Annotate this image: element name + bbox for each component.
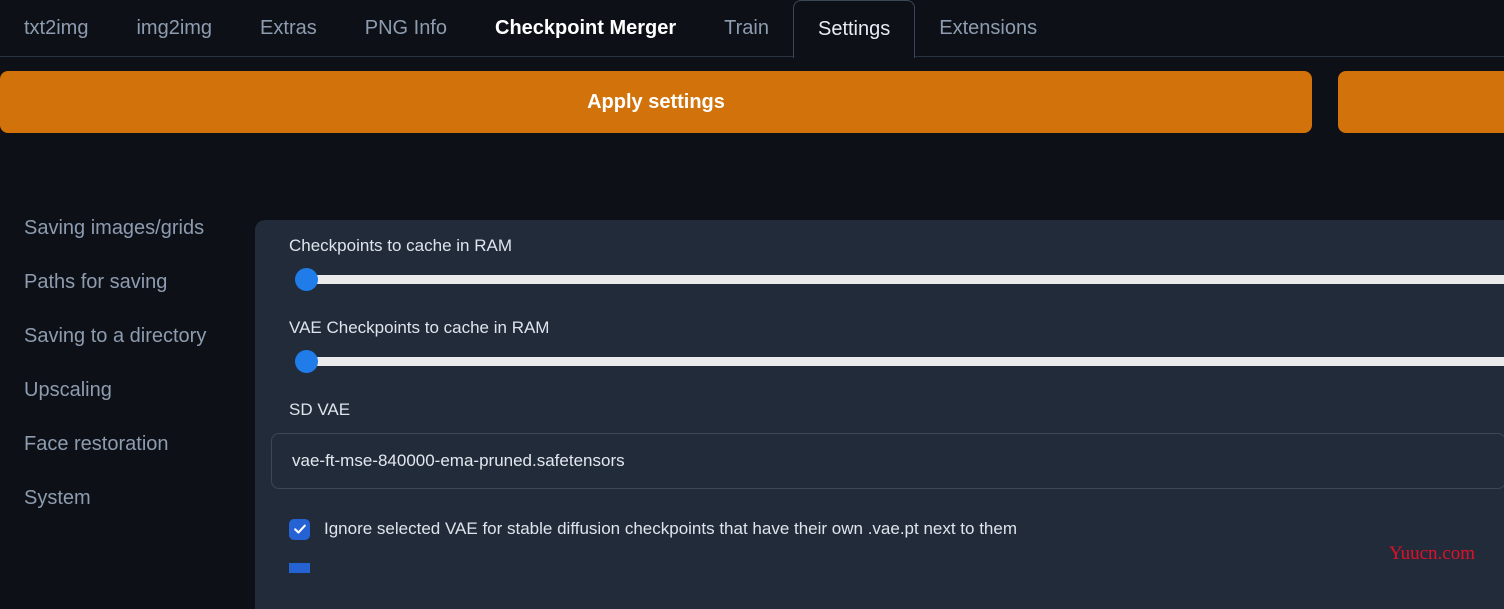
sidebar-item-paths-for-saving[interactable]: Paths for saving [24,264,224,300]
apply-settings-button[interactable]: Apply settings [0,71,1312,133]
checkbox-unchecked-icon[interactable] [289,563,310,573]
tab-txt2img[interactable]: txt2img [0,0,112,57]
checkbox-row-partial[interactable] [255,563,1504,573]
checkbox-label: Ignore selected VAE for stable diffusion… [324,519,1017,538]
slider-thumb[interactable] [295,267,318,291]
tab-settings[interactable]: Settings [792,0,916,58]
tab-img2img[interactable]: img2img [112,0,236,57]
sidebar-item-saving-to-directory[interactable]: Saving to a directory [24,318,224,354]
checkbox-row-ignore-selected-vae[interactable]: Ignore selected VAE for stable diffusion… [255,517,1504,541]
settings-action-bar: Apply settings [0,71,1504,133]
tab-train[interactable]: Train [700,0,793,57]
slider-track[interactable] [303,274,1504,284]
label-checkpoints-cache-ram: Checkpoints to cache in RAM [289,236,512,255]
tab-png-info[interactable]: PNG Info [341,0,471,57]
sd-vae-dropdown[interactable]: vae-ft-mse-840000-ema-pruned.safetensors [271,433,1504,489]
settings-body: Saving images/grids Paths for saving Sav… [0,176,1504,609]
tab-extensions[interactable]: Extensions [915,0,1061,57]
slider-checkpoints-cache-ram[interactable] [281,256,1504,302]
field-checkpoints-cache-ram: Checkpoints to cache in RAM [255,220,1504,302]
sidebar-item-system[interactable]: System [24,480,224,516]
reload-ui-button[interactable] [1338,71,1504,133]
settings-panel: Checkpoints to cache in RAM VAE Checkpoi… [255,220,1504,609]
settings-sidebar: Saving images/grids Paths for saving Sav… [0,176,255,609]
slider-vae-checkpoints-cache-ram[interactable] [281,338,1504,384]
tab-list: txt2img img2img Extras PNG Info Checkpoi… [0,0,1061,58]
sidebar-item-upscaling[interactable]: Upscaling [24,372,224,408]
sidebar-item-face-restoration[interactable]: Face restoration [24,426,224,462]
label-vae-checkpoints-cache-ram: VAE Checkpoints to cache in RAM [289,318,550,337]
tab-bar: txt2img img2img Extras PNG Info Checkpoi… [0,0,1504,58]
field-vae-checkpoints-cache-ram: VAE Checkpoints to cache in RAM [255,302,1504,384]
checkmark-icon[interactable] [289,518,310,540]
tab-extras[interactable]: Extras [236,0,341,57]
tab-checkpoint-merger[interactable]: Checkpoint Merger [471,0,700,57]
sidebar-item-saving-images-grids[interactable]: Saving images/grids [24,210,224,246]
field-sd-vae: SD VAE [255,384,1504,420]
slider-thumb[interactable] [295,349,318,373]
slider-track[interactable] [303,356,1504,366]
label-sd-vae: SD VAE [289,400,351,419]
